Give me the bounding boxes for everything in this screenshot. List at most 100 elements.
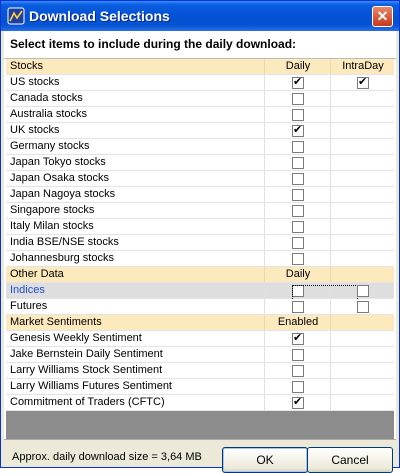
- checkbox-daily[interactable]: [292, 123, 304, 137]
- row-label: Commitment of Traders (CFTC): [10, 396, 165, 408]
- checkbox-enabled[interactable]: [292, 395, 304, 409]
- dialog-body: Select items to include during the daily…: [4, 31, 396, 473]
- column-header-1: Daily: [264, 59, 331, 74]
- cell-col1: [264, 107, 331, 122]
- checkbox-daily[interactable]: [292, 141, 304, 153]
- cell-col2: [330, 203, 394, 218]
- grid-row-futures[interactable]: Futures: [6, 299, 394, 315]
- grid-row-india-bse-nse-stocks[interactable]: India BSE/NSE stocks: [6, 235, 394, 251]
- checkbox-daily[interactable]: [292, 221, 304, 233]
- grid-row-japan-nagoya-stocks[interactable]: Japan Nagoya stocks: [6, 187, 394, 203]
- row-label: Genesis Weekly Sentiment: [10, 332, 142, 344]
- cell-col1: [264, 75, 331, 90]
- checkbox-daily[interactable]: [292, 93, 304, 105]
- ok-button[interactable]: OK: [222, 447, 308, 473]
- cell-col1: [264, 219, 331, 234]
- grid-row-italy-milan-stocks[interactable]: Italy Milan stocks: [6, 219, 394, 235]
- row-label: Indices: [10, 284, 45, 296]
- checkbox-enabled[interactable]: [292, 349, 304, 361]
- cell-col1: [264, 283, 358, 301]
- cell-col2: [330, 171, 394, 186]
- checkbox-daily[interactable]: [292, 205, 304, 217]
- grid-row-johannesburg-stocks[interactable]: Johannesburg stocks: [6, 251, 394, 267]
- instructions-text: Select items to include during the daily…: [10, 37, 297, 51]
- cell-col1: [264, 203, 331, 218]
- checkbox-col2[interactable]: [357, 285, 369, 297]
- grid-row-singapore-stocks[interactable]: Singapore stocks: [6, 203, 394, 219]
- section-header-stocks: Stocks Daily IntraDay: [6, 59, 394, 75]
- checkbox-daily[interactable]: [292, 173, 304, 185]
- cell-col1: [264, 155, 331, 170]
- grid-row-genesis-weekly-sentiment[interactable]: Genesis Weekly Sentiment: [6, 331, 394, 347]
- row-label: Johannesburg stocks: [10, 252, 114, 264]
- cell-col2: [330, 363, 394, 378]
- checkbox-daily[interactable]: [292, 157, 304, 169]
- section-title: Market Sentiments: [10, 316, 102, 328]
- column-header-2: [330, 267, 394, 282]
- row-label: Germany stocks: [10, 140, 90, 152]
- cell-col1: [264, 187, 331, 202]
- grid-row-japan-osaka-stocks[interactable]: Japan Osaka stocks: [6, 171, 394, 187]
- checkbox-daily[interactable]: [292, 75, 304, 89]
- close-icon: ✕: [376, 8, 389, 24]
- cell-col1: [264, 123, 331, 138]
- cell-col1: [264, 395, 331, 410]
- column-header-2: [330, 315, 394, 330]
- checkbox-enabled[interactable]: [292, 365, 304, 377]
- checkbox-daily[interactable]: [292, 253, 304, 265]
- cell-col2: [330, 347, 394, 362]
- footer-divider: [4, 439, 396, 440]
- row-label: Japan Nagoya stocks: [10, 188, 116, 200]
- cell-col1: [264, 379, 331, 394]
- grid-row-larry-williams-futures-sentiment[interactable]: Larry Williams Futures Sentiment: [6, 379, 394, 395]
- title-bar[interactable]: Download Selections ✕: [1, 1, 399, 31]
- grid-row-australia-stocks[interactable]: Australia stocks: [6, 107, 394, 123]
- grid-row-us-stocks[interactable]: US stocks: [6, 75, 394, 91]
- checkbox-daily[interactable]: [292, 285, 358, 301]
- checkbox-daily[interactable]: [292, 237, 304, 249]
- row-label: Australia stocks: [10, 108, 88, 120]
- row-label: UK stocks: [10, 124, 60, 136]
- cell-col1: [264, 235, 331, 250]
- cell-col2: [330, 235, 394, 250]
- window-title: Download Selections: [29, 8, 170, 24]
- instructions-header: Select items to include during the daily…: [4, 31, 396, 59]
- cell-col2: [330, 251, 394, 266]
- checkbox-daily[interactable]: [292, 301, 304, 313]
- column-header-1: Enabled: [264, 315, 331, 330]
- section-title: Other Data: [10, 268, 64, 280]
- row-label: Futures: [10, 300, 48, 312]
- row-label: Italy Milan stocks: [10, 220, 94, 232]
- grid-row-indices[interactable]: Indices: [6, 283, 394, 301]
- row-label: India BSE/NSE stocks: [10, 236, 119, 248]
- checkbox-enabled[interactable]: [292, 381, 304, 393]
- grid-row-jake-bernstein-daily-sentiment[interactable]: Jake Bernstein Daily Sentiment: [6, 347, 394, 363]
- checkbox-daily[interactable]: [292, 109, 304, 121]
- grid-row-canada-stocks[interactable]: Canada stocks: [6, 91, 394, 107]
- row-label: Larry Williams Stock Sentiment: [10, 364, 163, 376]
- cell-col1: [264, 347, 331, 362]
- checkbox-daily[interactable]: [292, 189, 304, 201]
- cell-col2: [330, 395, 394, 410]
- checkbox-col2[interactable]: [357, 301, 369, 313]
- cancel-button[interactable]: Cancel: [307, 447, 393, 473]
- cell-col1: [264, 139, 331, 154]
- column-header-2: IntraDay: [330, 59, 394, 74]
- grid-row-japan-tokyo-stocks[interactable]: Japan Tokyo stocks: [6, 155, 394, 171]
- checkbox-col2[interactable]: [357, 75, 369, 89]
- cell-col2: [330, 123, 394, 138]
- checkbox-enabled[interactable]: [292, 331, 304, 345]
- cell-col2: [330, 331, 394, 346]
- grid-row-commitment-of-traders-cftc[interactable]: Commitment of Traders (CFTC): [6, 395, 394, 411]
- grid-row-germany-stocks[interactable]: Germany stocks: [6, 139, 394, 155]
- app-icon: [7, 7, 25, 25]
- grid-row-uk-stocks[interactable]: UK stocks: [6, 123, 394, 139]
- cell-col2: [330, 283, 394, 298]
- column-header-1: Daily: [264, 267, 331, 282]
- cell-col1: [264, 171, 331, 186]
- cell-col2: [330, 155, 394, 170]
- close-button[interactable]: ✕: [372, 6, 393, 27]
- cell-col1: [264, 91, 331, 106]
- grid-row-larry-williams-stock-sentiment[interactable]: Larry Williams Stock Sentiment: [6, 363, 394, 379]
- cell-col1: [264, 363, 331, 378]
